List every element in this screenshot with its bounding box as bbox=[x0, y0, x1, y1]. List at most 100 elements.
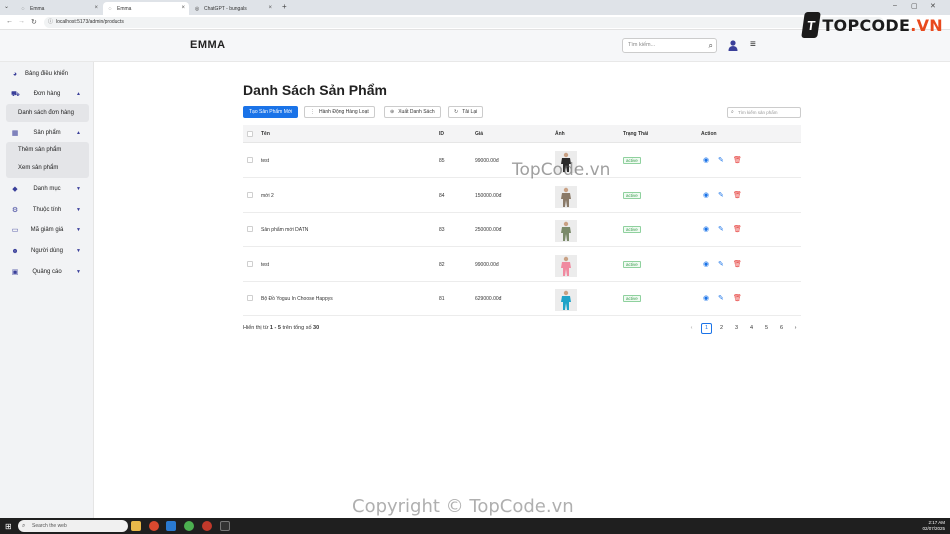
pagination-page-1[interactable]: 1 bbox=[701, 323, 712, 334]
pagination-prev-icon[interactable]: ‹ bbox=[686, 323, 697, 334]
table-search-input[interactable]: ⌕ Tìm kiếm sản phẩm bbox=[727, 107, 801, 118]
product-thumbnail bbox=[555, 254, 577, 277]
products-submenu: Thêm sản phẩm Xem sản phẩm bbox=[6, 142, 89, 178]
submenu-add-product[interactable]: Thêm sản phẩm bbox=[18, 147, 61, 153]
close-window-icon[interactable]: ✕ bbox=[930, 2, 936, 10]
submenu-view-products[interactable]: Xem sản phẩm bbox=[18, 165, 58, 171]
forward-icon[interactable]: → bbox=[18, 18, 25, 25]
chrome-icon[interactable] bbox=[184, 521, 194, 531]
sidebar-item-orders[interactable]: ⛟ Đơn hàng ▲ bbox=[0, 87, 94, 101]
view-icon[interactable]: ◉ bbox=[703, 294, 709, 302]
column-header-price[interactable]: Giá bbox=[475, 131, 483, 137]
edit-icon[interactable]: ✎ bbox=[718, 294, 724, 302]
sidebar-item-users[interactable]: ☻ Người dùng ▼ bbox=[0, 244, 94, 258]
system-tray-clock[interactable]: 2:17 AM 02/07/2025 bbox=[880, 520, 945, 531]
browser-tab-chatgpt[interactable]: ◎ ChatGPT - bungals × bbox=[190, 2, 276, 15]
edit-icon[interactable]: ✎ bbox=[718, 191, 724, 199]
header-search-input[interactable]: Tìm kiếm... ⌕ bbox=[622, 38, 717, 53]
browser-app-icon[interactable] bbox=[149, 521, 159, 531]
caret-down-icon: ▼ bbox=[76, 248, 81, 254]
bulk-action-button[interactable]: ⋮ Hành Động Hàng Loạt bbox=[304, 106, 375, 118]
caret-down-icon: ▼ bbox=[76, 269, 81, 275]
row-checkbox[interactable] bbox=[247, 295, 253, 301]
vscode-icon[interactable] bbox=[166, 521, 176, 531]
column-header-id[interactable]: ID bbox=[439, 131, 444, 137]
sidebar-item-label: Bảng điều khiển bbox=[25, 71, 69, 77]
sidebar-item-vouchers[interactable]: ▭ Mã giảm giá ▼ bbox=[0, 223, 94, 237]
pagination-page-4[interactable]: 4 bbox=[746, 323, 757, 334]
product-figure bbox=[561, 256, 571, 276]
browser-tab-emma-2[interactable]: ◌ Emma × bbox=[103, 2, 189, 15]
maximize-icon[interactable]: ▢ bbox=[911, 2, 918, 10]
sidebar-item-attributes[interactable]: ⚙ Thuộc tính ▼ bbox=[0, 203, 94, 217]
brand-logo[interactable]: EMMA bbox=[190, 39, 226, 51]
product-thumbnail bbox=[555, 220, 577, 242]
pagination-page-5[interactable]: 5 bbox=[761, 323, 772, 334]
table-row: test 82 99000.00đ active ◉ ✎ 🗑 bbox=[243, 248, 801, 282]
delete-icon[interactable]: 🗑 bbox=[733, 260, 742, 268]
column-header-status[interactable]: Trạng Thái bbox=[623, 131, 648, 137]
view-icon[interactable]: ◉ bbox=[703, 156, 709, 164]
view-icon[interactable]: ◉ bbox=[703, 191, 709, 199]
pagination-page-6[interactable]: 6 bbox=[776, 323, 787, 334]
site-info-icon[interactable]: ⓘ bbox=[48, 17, 53, 28]
edit-icon[interactable]: ✎ bbox=[718, 156, 724, 164]
table-row: Sản phẩm mới DATN 83 250000.00đ active ◉ ✎ 🗑 bbox=[243, 213, 801, 247]
tab-label: Emma bbox=[30, 5, 45, 12]
row-checkbox[interactable] bbox=[247, 226, 253, 232]
close-tab-icon[interactable]: × bbox=[268, 5, 272, 11]
export-list-button[interactable]: ⊕ Xuất Danh Sách bbox=[384, 106, 441, 118]
create-product-button[interactable]: Tạo Sản Phẩm Mới bbox=[243, 106, 299, 118]
minimize-icon[interactable]: – bbox=[893, 2, 897, 9]
caret-down-icon: ▼ bbox=[76, 186, 81, 192]
sidebar-item-dashboard[interactable]: ◕ Bảng điều khiển bbox=[0, 67, 94, 81]
delete-icon[interactable]: 🗑 bbox=[733, 191, 742, 199]
close-tab-icon[interactable]: × bbox=[94, 5, 98, 11]
pagination-page-2[interactable]: 2 bbox=[716, 323, 727, 334]
select-all-checkbox[interactable] bbox=[247, 131, 253, 137]
button-label: Tạo Sản Phẩm Mới bbox=[249, 109, 293, 115]
product-price: 250000.00đ bbox=[475, 227, 502, 233]
caret-up-icon: ▲ bbox=[76, 91, 81, 97]
browser-tab-emma-1[interactable]: ◌ Emma × bbox=[16, 2, 102, 15]
view-icon[interactable]: ◉ bbox=[703, 260, 709, 268]
row-checkbox[interactable] bbox=[247, 260, 253, 267]
sidebar-item-ads[interactable]: ▣ Quảng cáo ▼ bbox=[0, 265, 94, 279]
search-icon[interactable]: ⌕ bbox=[709, 39, 713, 52]
view-icon[interactable]: ◉ bbox=[703, 225, 709, 233]
terminal-icon[interactable] bbox=[220, 521, 230, 531]
button-label: Hành Động Hàng Loạt bbox=[319, 109, 369, 115]
product-name: Bộ Đồ Yoguu In Choose Happys bbox=[261, 296, 333, 302]
delete-icon[interactable]: 🗑 bbox=[733, 294, 742, 302]
close-tab-icon[interactable]: × bbox=[181, 5, 185, 11]
sidebar-item-products[interactable]: ▦ Sản phẩm ▲ bbox=[0, 126, 94, 140]
column-header-name[interactable]: Tên bbox=[261, 131, 270, 137]
pagination-range: 1 - 5 bbox=[269, 325, 281, 331]
app-icon[interactable] bbox=[202, 521, 212, 531]
url-field[interactable]: ⓘ localhost:5173/admin/products bbox=[44, 17, 884, 28]
reload-button[interactable]: ↻ Tải Lại bbox=[448, 106, 484, 118]
column-header-action: Action bbox=[701, 131, 717, 137]
edit-icon[interactable]: ✎ bbox=[718, 260, 724, 268]
delete-icon[interactable]: 🗑 bbox=[733, 225, 742, 233]
reload-icon[interactable]: ↻ bbox=[31, 18, 37, 26]
submenu-order-list[interactable]: Danh sách đơn hàng bbox=[18, 110, 74, 116]
back-icon[interactable]: ← bbox=[6, 18, 13, 25]
pagination-page-3[interactable]: 3 bbox=[731, 323, 742, 334]
edit-icon[interactable]: ✎ bbox=[718, 225, 724, 233]
pagination-next-icon[interactable]: › bbox=[790, 323, 801, 334]
row-checkbox[interactable] bbox=[247, 191, 253, 198]
tab-list-chevron-icon[interactable]: ⌄ bbox=[4, 3, 9, 10]
new-tab-icon[interactable]: + bbox=[282, 2, 287, 11]
row-checkbox[interactable] bbox=[247, 157, 253, 163]
sidebar-item-categories[interactable]: ◆ Danh mục ▼ bbox=[0, 182, 94, 196]
pagination-middle: trên tổng số bbox=[282, 325, 312, 331]
delete-icon[interactable]: 🗑 bbox=[733, 156, 742, 164]
orders-submenu: Danh sách đơn hàng bbox=[6, 104, 89, 122]
user-icon[interactable] bbox=[728, 40, 738, 51]
hamburger-menu-icon[interactable]: ≡ bbox=[750, 40, 756, 50]
windows-start-icon[interactable]: ⊞ bbox=[5, 522, 12, 531]
product-price: 150000.00đ bbox=[475, 192, 502, 199]
file-explorer-icon[interactable] bbox=[131, 521, 141, 531]
taskbar-search-input[interactable]: ⌕ Search the web bbox=[18, 520, 128, 532]
